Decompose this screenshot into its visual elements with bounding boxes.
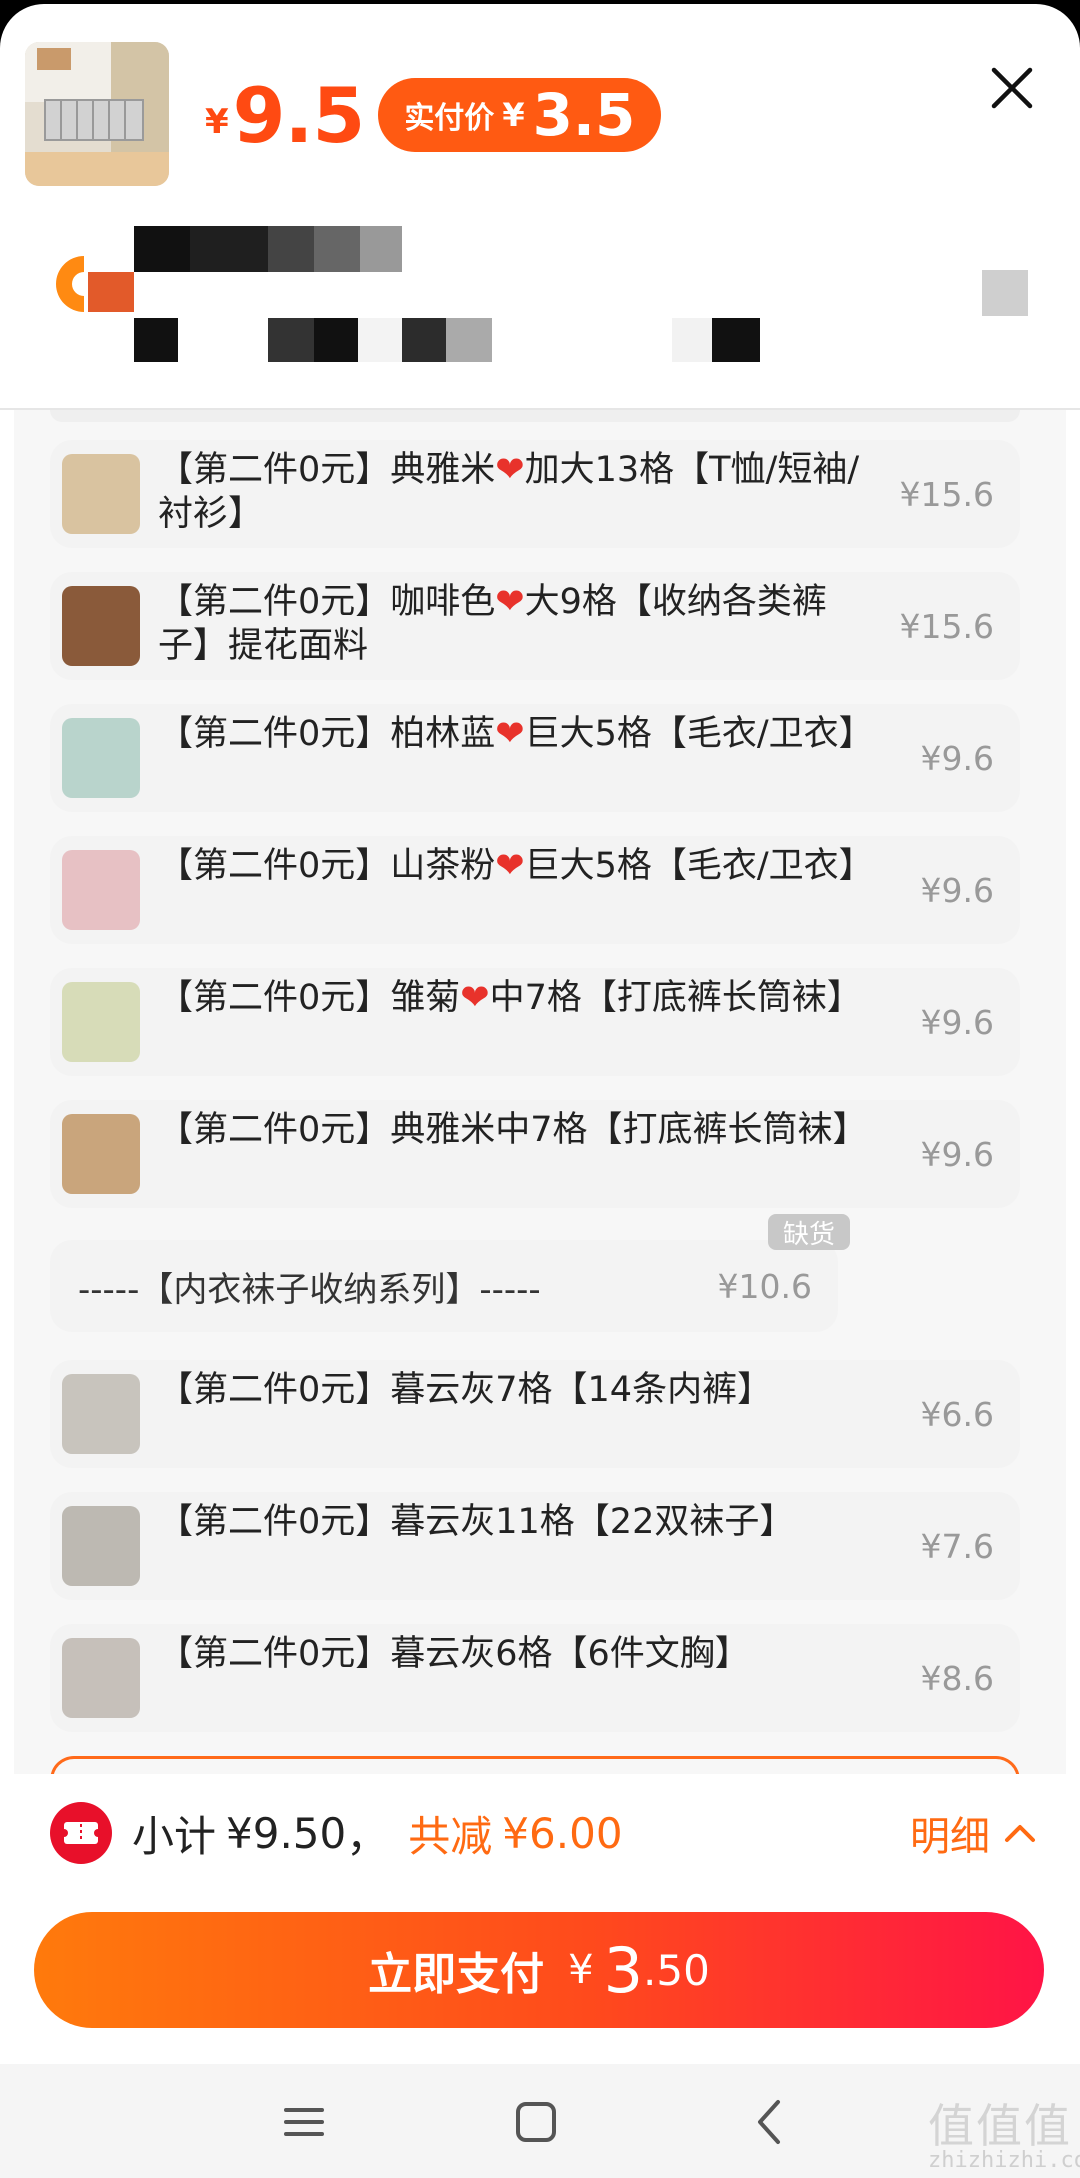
sku-name: 【第二件0元】暮云灰11格【22双袜子】 [158,1502,795,1542]
sku-thumbnail [62,454,140,534]
price-detail-button[interactable]: 明细 [910,1802,1036,1864]
discount-label: 共减 [408,1811,493,1861]
price-value: 9.5 [232,70,366,160]
sku-price: ¥7.6 [920,1526,994,1566]
home-button[interactable] [506,2092,566,2152]
sku-option[interactable]: 【第二件0元】暮云灰7格【14条内裤】 ¥6.6 [50,1360,1020,1468]
sku-option[interactable]: 【第二件0元】山茶粉❤巨大5格【毛衣/卫衣】 ¥9.6 [50,836,1020,944]
price-row: ¥ 9.5 实付价 ¥ 3.5 [205,70,662,160]
subtotal-separator: ， [346,1811,389,1861]
price-currency: ¥ [205,102,229,142]
pay-amount-integer: 3 [603,1933,644,2007]
chevron-up-icon [1005,1825,1035,1842]
sku-thumbnail [62,850,140,930]
sku-price: ¥9.6 [920,738,994,778]
watermark-text: zhizhizhi.com [928,2148,1080,2173]
sku-thumbnail [62,586,140,666]
sku-price: ¥9.6 [920,1134,994,1174]
back-button[interactable] [740,2092,800,2152]
subtotal-value: ¥9.50 [226,1808,347,1858]
sku-name: 【第二件0元】典雅米❤加大13格【T恤/短袖/衬衫】 [158,450,860,534]
close-icon [991,67,1033,109]
pay-now-button[interactable]: 立即支付 ¥ 3 .50 [34,1912,1044,2028]
real-price-badge: 实付价 ¥ 3.5 [378,78,662,152]
sku-name: 【第二件0元】雏菊❤中7格【打底裤长筒袜】 [158,978,862,1018]
discount-value: ¥6.00 [502,1808,623,1858]
subtotal-summary: 小计 ¥9.50 ， 共减 ¥6.00 [132,1802,623,1864]
real-price-label: 实付价 [404,101,495,136]
sku-price: ¥6.6 [920,1394,994,1434]
system-navigation-bar: 值值值 zhizhizhi.com [0,2064,1080,2178]
coupon-icon [50,1802,112,1864]
real-price-value: 3.5 [532,81,636,149]
sku-thumbnail [62,1374,140,1454]
sku-thumbnail [62,982,140,1062]
back-chevron-icon [758,2100,780,2144]
heart-icon: ❤ [460,978,490,1018]
heart-icon: ❤ [495,450,525,490]
sku-option[interactable]: 【第二件0元】典雅米❤加大13格【T恤/短袖/衬衫】 ¥15.6 [50,440,1020,548]
sku-price: ¥8.6 [920,1658,994,1698]
sku-option[interactable]: 【第二件0元】咖啡色❤大9格【收纳各类裤子】提花面料 ¥15.6 [50,572,1020,680]
sku-name: 【第二件0元】暮云灰7格【14条内裤】 [158,1370,773,1410]
sku-thumbnail [62,1114,140,1194]
pay-currency: ¥ [568,1947,594,1993]
sku-option-out-of-stock[interactable]: -----【内衣袜子收纳系列】----- ¥10.6 [50,1240,838,1332]
sku-price: ¥15.6 [899,606,994,646]
sku-name: 【第二件0元】咖啡色❤大9格【收纳各类裤子】提花面料 [158,582,827,666]
location-icon [50,252,136,316]
sku-name: 【第二件0元】暮云灰6格【6件文胸】 [158,1634,750,1674]
real-price-currency: ¥ [502,96,525,134]
sku-name: 【第二件0元】柏林蓝❤巨大5格【毛衣/卫衣】 [158,714,874,754]
checkout-footer: 小计 ¥9.50 ， 共减 ¥6.00 明细 立即支付 ¥ 3 .50 值值值 … [0,1774,1080,2178]
recent-apps-button[interactable] [274,2092,334,2152]
sku-price: ¥10.6 [717,1266,812,1306]
sku-price: ¥9.6 [920,1002,994,1042]
sku-price: ¥9.6 [920,870,994,910]
sku-name: 【第二件0元】典雅米中7格【打底裤长筒袜】 [158,1110,868,1150]
product-thumbnail [25,42,169,186]
sku-option[interactable]: 【第二件0元】暮云灰11格【22双袜子】 ¥7.6 [50,1492,1020,1600]
sku-selection-sheet: ¥ 9.5 实付价 ¥ 3.5 【第二件0元】典雅米❤加大13格【T恤/短袖/衬… [0,4,1080,2178]
pay-label: 立即支付 [368,1949,545,2000]
sku-thumbnail [62,718,140,798]
out-of-stock-badge: 缺货 [768,1214,850,1250]
sku-price: ¥15.6 [899,474,994,514]
sku-option[interactable]: 【第二件0元】暮云灰6格【6件文胸】 ¥8.6 [50,1624,1020,1732]
series-header-label: -----【内衣袜子收纳系列】----- [78,1269,541,1310]
subtotal-label: 小计 [132,1811,217,1861]
pay-amount-decimal: .50 [643,1945,710,1995]
sku-option[interactable]: 【第二件0元】雏菊❤中7格【打底裤长筒袜】 ¥9.6 [50,968,1020,1076]
close-button[interactable] [986,62,1038,114]
sku-thumbnail [62,1506,140,1586]
heart-icon: ❤ [495,714,525,754]
sku-name: 【第二件0元】山茶粉❤巨大5格【毛衣/卫衣】 [158,846,874,886]
sku-option[interactable]: 【第二件0元】柏林蓝❤巨大5格【毛衣/卫衣】 ¥9.6 [50,704,1020,812]
sku-option[interactable]: 【第二件0元】典雅米中7格【打底裤长筒袜】 ¥9.6 [50,1100,1020,1208]
menu-icon [284,2108,324,2136]
home-square-icon [516,2102,556,2142]
detail-label: 明细 [910,1814,990,1860]
sku-thumbnail [62,1638,140,1718]
watermark-logo: 值值值 [928,2099,1072,2153]
heart-icon: ❤ [495,582,525,622]
heart-icon: ❤ [495,846,525,886]
previous-card-edge [50,410,1020,422]
